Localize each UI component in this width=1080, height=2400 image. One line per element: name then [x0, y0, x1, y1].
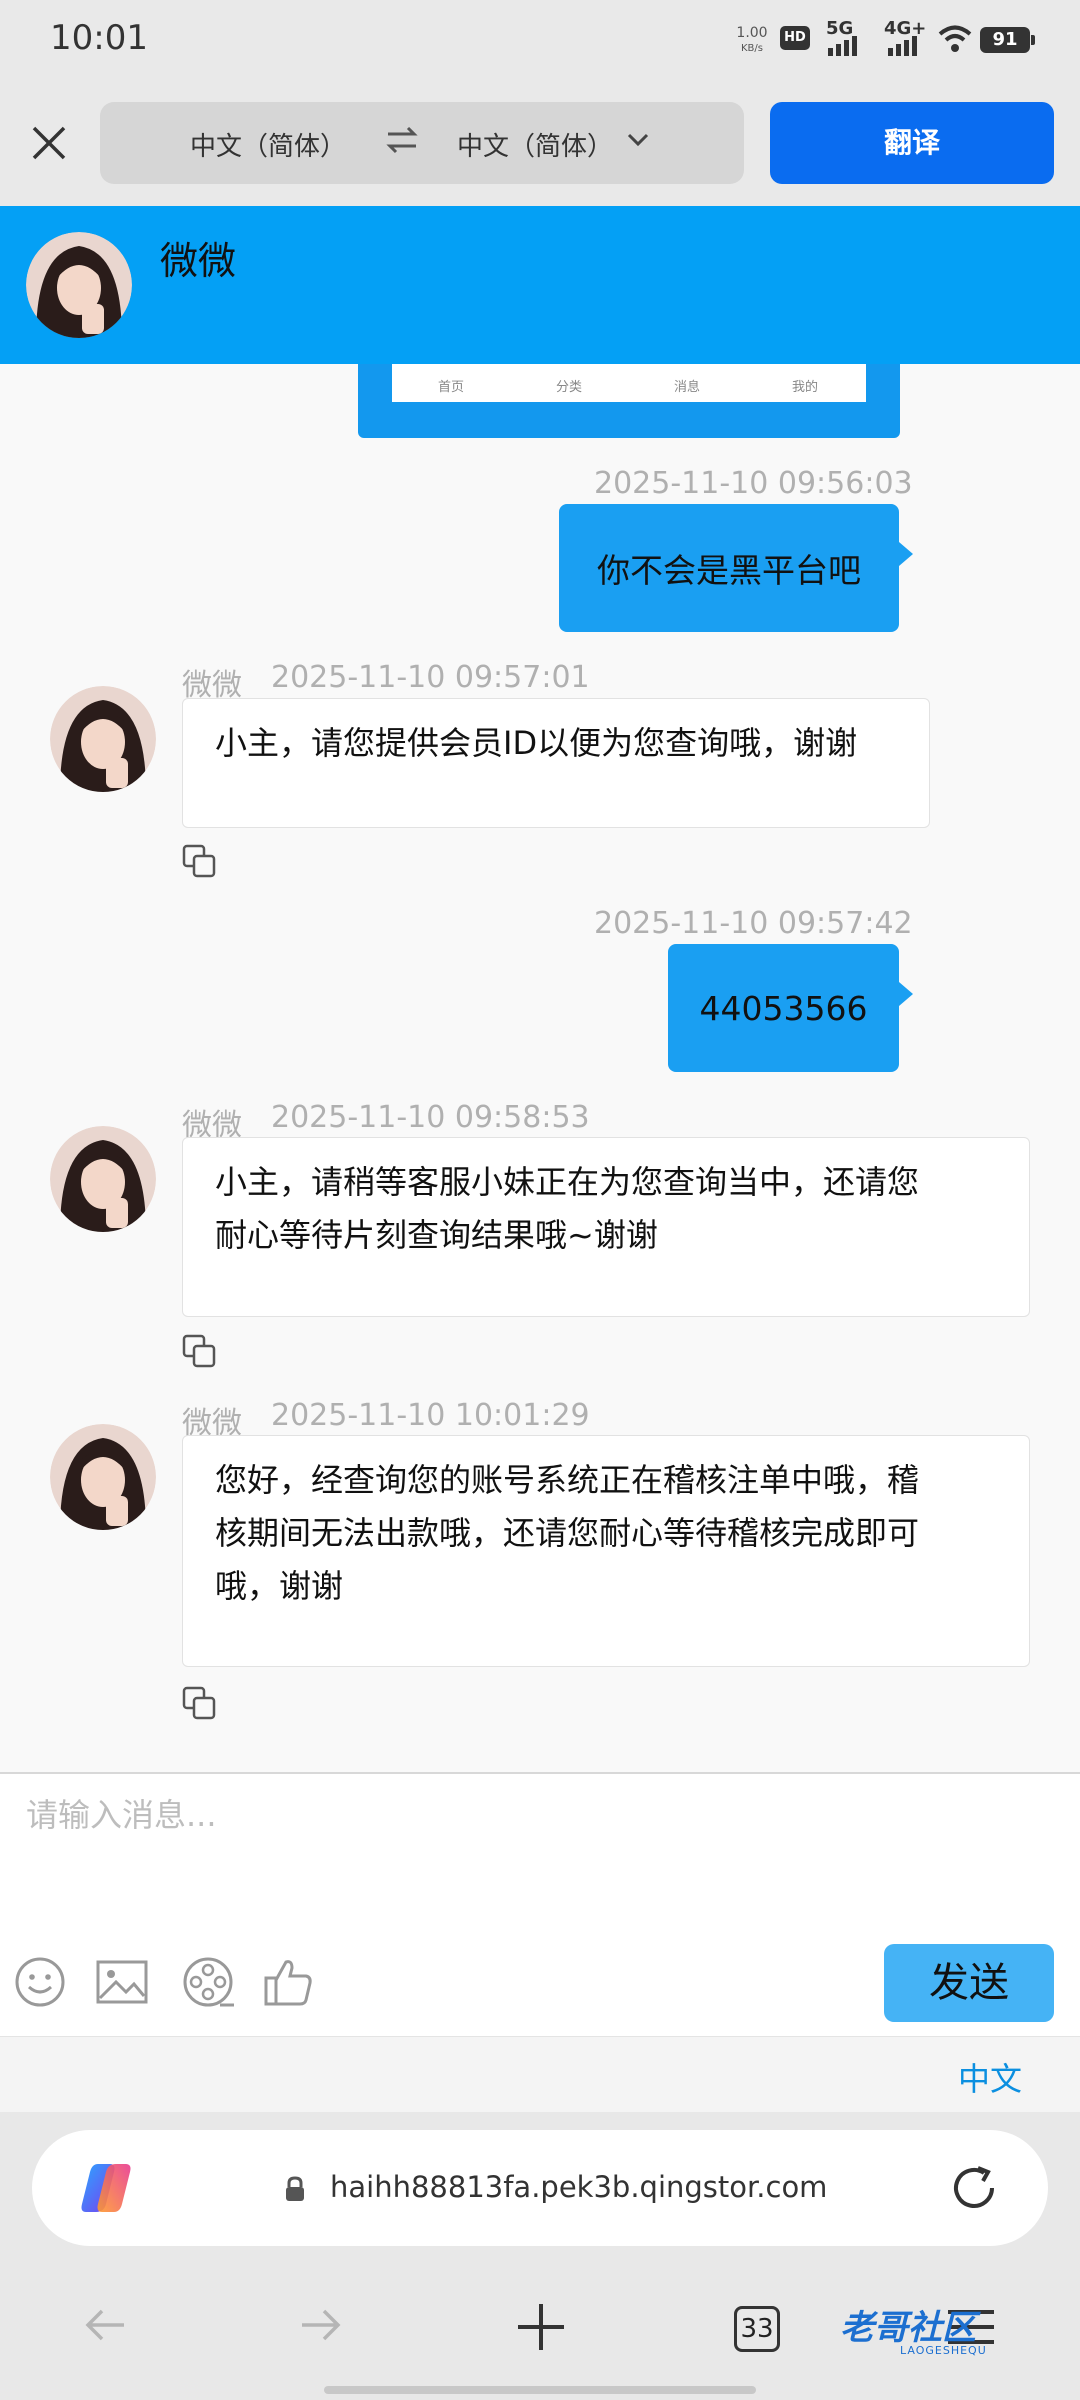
outgoing-message[interactable]: 44053566: [668, 944, 913, 1072]
tab-count-button[interactable]: 33: [734, 2306, 780, 2352]
thumbs-up-icon[interactable]: [260, 1954, 316, 2010]
close-icon[interactable]: [26, 120, 72, 166]
message-text-line: 哦，谢谢: [215, 1567, 344, 1605]
swap-languages-icon[interactable]: [384, 122, 420, 158]
message-text-line: 小主，请稍等客服小妹正在为您查询当中，还请您: [215, 1163, 920, 1201]
message-timestamp: 2025-11-10 09:57:01: [271, 660, 590, 695]
image-tab-label: 我的: [791, 380, 818, 395]
url-text[interactable]: haihh88813fa.pek3b.qingstor.com: [330, 2170, 827, 2204]
video-icon[interactable]: [180, 1954, 236, 2010]
chevron-down-icon[interactable]: [624, 126, 652, 154]
watermark-subtext: LAOGESHEQU: [900, 2344, 987, 2357]
forward-icon[interactable]: [296, 2300, 346, 2350]
copy-icon[interactable]: [180, 842, 220, 882]
hd-badge: HD: [780, 26, 810, 50]
battery-indicator: 91: [980, 27, 1035, 53]
copilot-icon[interactable]: [76, 2158, 136, 2218]
signal-bars-icon: [828, 34, 857, 56]
message-text-line: 耐心等待片刻查询结果哦~谢谢: [215, 1216, 658, 1254]
message-timestamp: 2025-11-10 09:56:03: [594, 466, 913, 501]
contact-avatar[interactable]: [50, 1126, 156, 1232]
source-language[interactable]: 中文（简体）: [190, 126, 346, 163]
contact-name: 微微: [160, 239, 237, 283]
message-text-line: 您好，经查询您的账号系统正在稽核注单中哦，稽: [215, 1461, 920, 1499]
image-tab-label: 首页: [437, 380, 464, 395]
lock-icon: [286, 2176, 304, 2201]
incoming-message[interactable]: 小主，请您提供会员ID以便为您查询哦，谢谢: [182, 698, 930, 828]
translate-button[interactable]: 翻译: [770, 102, 1054, 184]
target-language[interactable]: 中文（简体）: [457, 126, 613, 163]
message-timestamp: 2025-11-10 09:57:42: [594, 906, 913, 941]
message-timestamp: 2025-11-10 10:01:29: [271, 1398, 590, 1433]
contact-avatar[interactable]: [26, 232, 132, 338]
image-tab-label: 消息: [673, 380, 700, 395]
reload-icon[interactable]: [948, 2162, 1000, 2214]
message-input[interactable]: [26, 1790, 1026, 1840]
new-tab-icon[interactable]: [514, 2300, 568, 2354]
send-button[interactable]: 发送: [884, 1944, 1054, 2022]
status-time: 10:01: [50, 18, 148, 58]
back-icon[interactable]: [80, 2300, 130, 2350]
incoming-message[interactable]: 小主，请稍等客服小妹正在为您查询当中，还请您 耐心等待片刻查询结果哦~谢谢: [182, 1137, 1030, 1317]
contact-avatar[interactable]: [50, 686, 156, 792]
message-text-line: 小主，请您提供会员ID以便为您查询哦，谢谢: [215, 724, 858, 762]
copy-icon[interactable]: [180, 1332, 220, 1372]
language-strip: [0, 2036, 1080, 2112]
emoji-icon[interactable]: [12, 1954, 68, 2010]
outgoing-message[interactable]: 你不会是黑平台吧: [559, 504, 913, 632]
message-text-line: 核期间无法出款哦，还请您耐心等待稽核完成即可: [215, 1514, 920, 1552]
contact-avatar[interactable]: [50, 1424, 156, 1530]
signal-bars-icon: [888, 34, 917, 56]
incoming-message[interactable]: 您好，经查询您的账号系统正在稽核注单中哦，稽 核期间无法出款哦，还请您耐心等待稽…: [182, 1435, 1030, 1667]
network-speed: 1.00 KB/s: [735, 26, 769, 56]
message-timestamp: 2025-11-10 09:58:53: [271, 1100, 590, 1135]
net-speed-unit: KB/s: [741, 43, 763, 54]
home-indicator[interactable]: [324, 2386, 756, 2394]
wifi-icon: [938, 25, 972, 52]
language-toggle[interactable]: 中文: [958, 2054, 1022, 2100]
watermark-logo: 老哥社区: [840, 2308, 976, 2348]
copy-icon[interactable]: [180, 1684, 220, 1724]
image-icon[interactable]: [94, 1954, 150, 2010]
image-tab-label: 分类: [555, 380, 582, 395]
net-speed-value: 1.00: [736, 25, 768, 41]
status-bar: [0, 0, 1080, 82]
